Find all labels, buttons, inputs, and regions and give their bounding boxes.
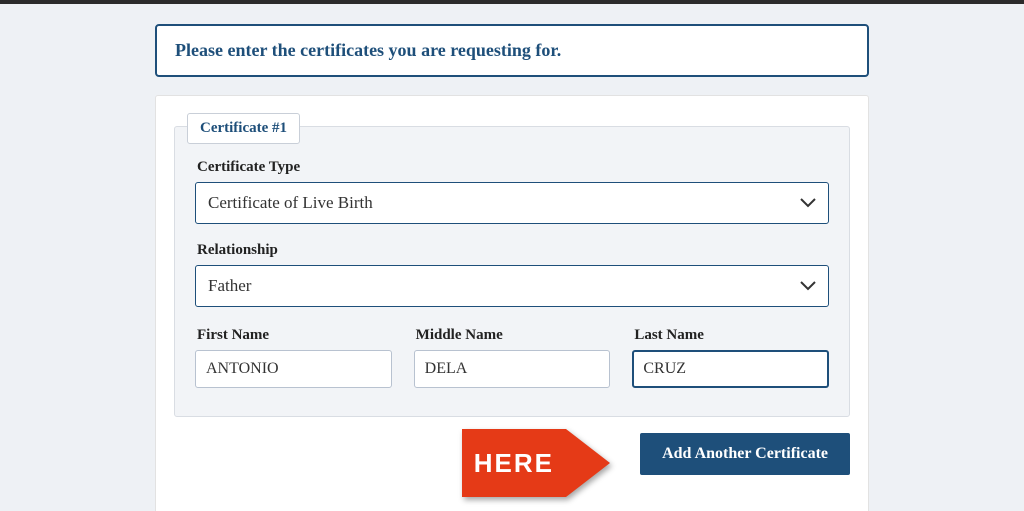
certificate-tab-label: Certificate #1 [200, 120, 287, 136]
arrow-right-icon [566, 429, 610, 497]
first-name-col: First Name [195, 317, 392, 388]
last-name-col: Last Name [632, 317, 829, 388]
certificate-tab: Certificate #1 [187, 113, 300, 144]
certificate-type-select[interactable]: Certificate of Live Birth [195, 182, 829, 224]
relationship-value: Father [208, 276, 251, 295]
here-callout: HERE [462, 429, 610, 497]
relationship-select[interactable]: Father [195, 265, 829, 307]
form-card: Certificate #1 Certificate Type Certific… [155, 95, 869, 511]
last-name-label: Last Name [634, 327, 829, 344]
add-another-certificate-button[interactable]: Add Another Certificate [640, 433, 850, 475]
chevron-down-icon [800, 198, 816, 208]
first-name-input[interactable] [195, 350, 392, 388]
last-name-input[interactable] [632, 350, 829, 388]
middle-name-input[interactable] [414, 350, 611, 388]
page: Please enter the certificates you are re… [0, 4, 1024, 511]
here-callout-box: HERE [462, 429, 566, 497]
chevron-down-icon [800, 281, 816, 291]
middle-name-label: Middle Name [416, 327, 611, 344]
certificate-type-value: Certificate of Live Birth [208, 193, 373, 212]
add-button-label: Add Another Certificate [662, 445, 828, 462]
actions-row: HERE Add Another Certificate [174, 433, 850, 475]
name-row: First Name Middle Name Last Name [195, 317, 829, 388]
certificate-block: Certificate #1 Certificate Type Certific… [174, 126, 850, 417]
relationship-label: Relationship [197, 242, 829, 259]
instruction-text: Please enter the certificates you are re… [175, 40, 561, 60]
instruction-banner: Please enter the certificates you are re… [155, 24, 869, 77]
certificate-type-label: Certificate Type [197, 159, 829, 176]
here-callout-text: HERE [474, 448, 554, 479]
middle-name-col: Middle Name [414, 317, 611, 388]
first-name-label: First Name [197, 327, 392, 344]
